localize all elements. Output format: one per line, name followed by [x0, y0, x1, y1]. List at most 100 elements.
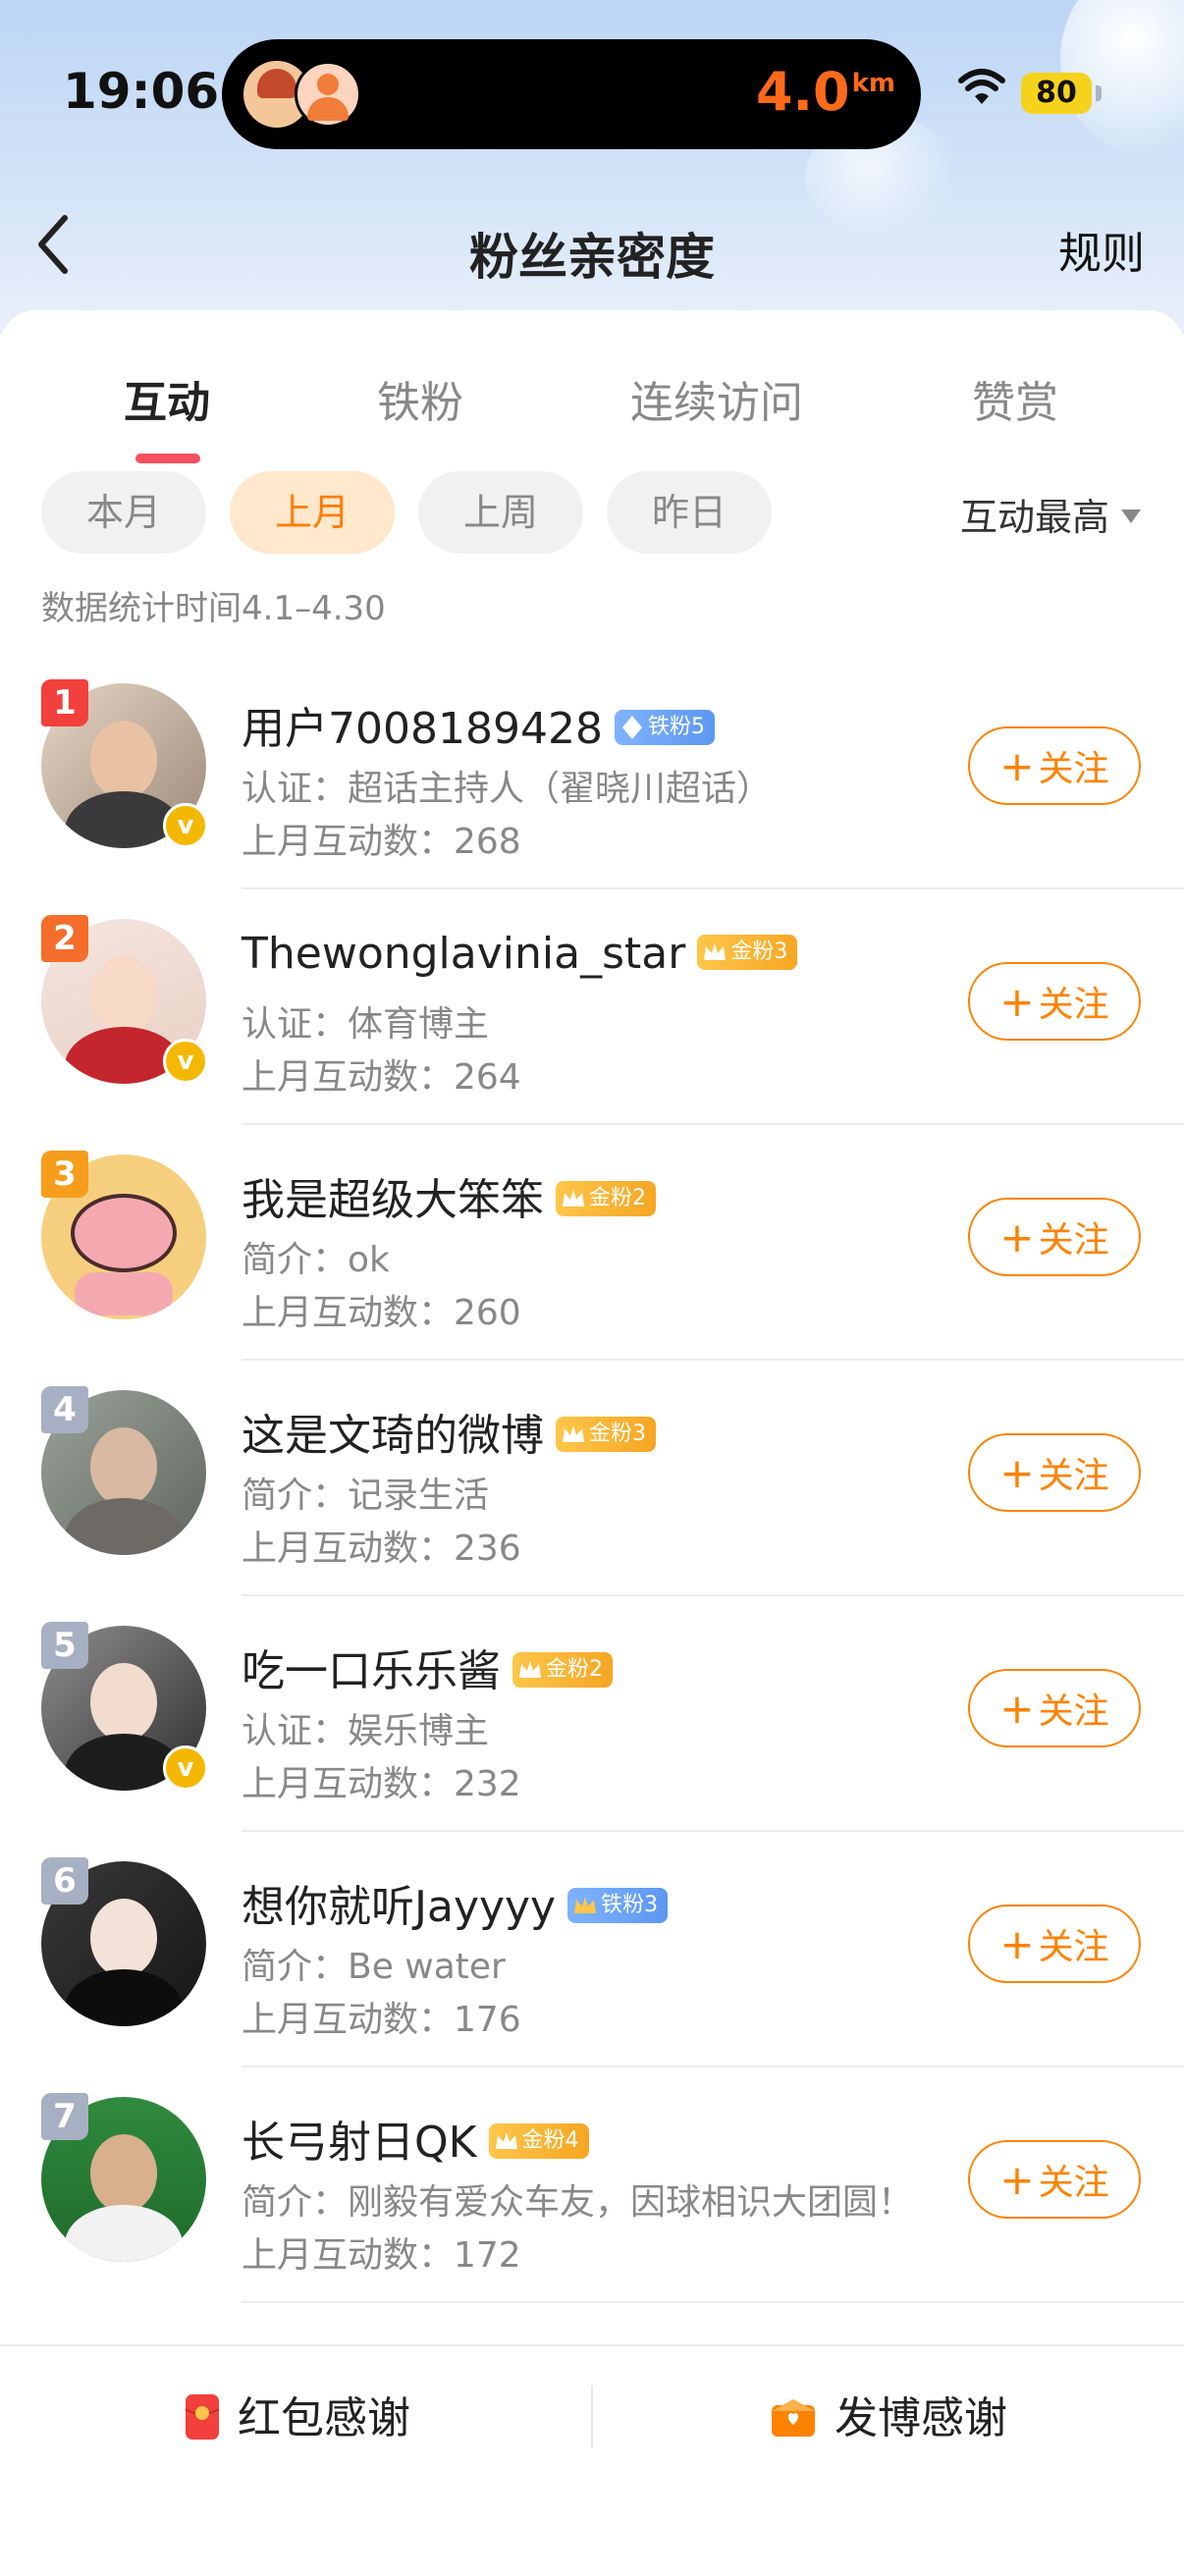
crown-icon — [704, 943, 727, 960]
list-item[interactable]: 5 v 吃一口乐乐酱 金粉2 认证：娱乐博主 上月互动数：232 + 关注 — [0, 1596, 1184, 1832]
fan-name-row: 长弓射日QK 金粉4 — [242, 2107, 589, 2170]
rank-badge: 6 — [41, 1857, 88, 1905]
crown-icon — [563, 1425, 584, 1442]
follow-button[interactable]: + 关注 — [968, 1198, 1141, 1276]
follow-label: 关注 — [1038, 1456, 1109, 1496]
fan-name-row: 吃一口乐乐酱 金粉2 — [242, 1636, 613, 1698]
fan-name[interactable]: 吃一口乐乐酱 — [242, 1646, 501, 1696]
caret-down-icon — [1121, 509, 1141, 523]
live-activity-avatar — [295, 61, 361, 128]
battery-indicator: 80 — [1021, 73, 1102, 114]
follow-button[interactable]: + 关注 — [968, 962, 1141, 1041]
divider — [591, 2386, 593, 2448]
fan-name-row: 想你就听Jayyyy 铁粉3 — [242, 1871, 669, 1934]
list-item[interactable]: 3 我是超级大笨笨 金粉2 简介：ok 上月互动数：260 + 关注 — [0, 1125, 1184, 1361]
fan-description: 简介：记录生活 — [242, 1476, 490, 1516]
fan-name[interactable]: 想你就听Jayyyy — [242, 1882, 556, 1932]
filter-last-month[interactable]: 上月 — [230, 471, 395, 554]
follow-button[interactable]: + 关注 — [968, 1905, 1141, 1983]
follow-label: 关注 — [1038, 749, 1109, 789]
verified-icon: v — [163, 803, 208, 848]
crown-icon — [519, 1661, 541, 1678]
badge-label: 金粉3 — [730, 939, 788, 964]
badge-label: 铁粉3 — [601, 1893, 659, 1917]
tab-interaction[interactable]: 互动 — [124, 367, 210, 430]
fan-name[interactable]: 长弓射日QK — [242, 2118, 477, 2168]
divider — [242, 2301, 1184, 2303]
filter-last-week[interactable]: 上周 — [418, 471, 583, 554]
follow-label: 关注 — [1038, 1220, 1109, 1261]
page-title: 粉丝亲密度 — [469, 229, 715, 286]
fan-level-badge: 铁粉5 — [614, 710, 715, 745]
badge-label: 金粉2 — [546, 1657, 603, 1682]
filter-yesterday[interactable]: 昨日 — [607, 471, 772, 554]
fan-name-row: 我是超级大笨笨 金粉2 — [242, 1164, 656, 1227]
follow-label: 关注 — [1038, 985, 1109, 1025]
interaction-count: 上月互动数：264 — [242, 1057, 521, 1098]
fan-name[interactable]: 我是超级大笨笨 — [242, 1175, 544, 1225]
tab-consecutive-visits[interactable]: 连续访问 — [630, 367, 803, 430]
follow-button[interactable]: + 关注 — [968, 1433, 1141, 1512]
fan-description: 认证：娱乐博主 — [242, 1711, 490, 1751]
list-item[interactable]: 1 v 用户7008189428 铁粉5 认证：超话主持人（翟晓川超话） 上月互动… — [0, 654, 1184, 889]
list-item[interactable]: 6 想你就听Jayyyy 铁粉3 简介：Be water 上月互动数：176 + 关… — [0, 1832, 1184, 2067]
interaction-count: 上月互动数：176 — [242, 2000, 521, 2040]
rank-badge: 2 — [41, 915, 88, 962]
tab-appreciation[interactable]: 赞赏 — [972, 367, 1058, 430]
fan-level-badge: 金粉2 — [512, 1652, 613, 1688]
follow-label: 关注 — [1038, 2163, 1109, 2203]
interaction-count: 上月互动数：268 — [242, 822, 521, 862]
follow-label: 关注 — [1038, 1691, 1109, 1732]
red-packet-thanks-label: 红包感谢 — [238, 2393, 410, 2443]
distance-value: 4.0 — [755, 61, 850, 123]
fan-name-row: 用户7008189428 铁粉5 — [242, 693, 715, 756]
list-item[interactable]: 2 v Thewonglavinia_star 金粉3 认证：体育博主 上月互动数… — [0, 889, 1184, 1125]
fan-level-badge: 金粉3 — [556, 1417, 656, 1452]
fan-description: 认证：体育博主 — [242, 1004, 490, 1045]
crown-icon — [495, 2132, 517, 2149]
badge-label: 金粉3 — [589, 1422, 646, 1446]
interaction-count: 上月互动数：260 — [242, 1293, 521, 1333]
fan-name-row: 这是文琦的微博 金粉3 — [242, 1400, 656, 1463]
crown-icon — [563, 1190, 584, 1207]
follow-button[interactable]: + 关注 — [968, 1669, 1141, 1747]
red-packet-icon — [185, 2394, 220, 2440]
fan-description: 认证：超话主持人（翟晓川超话） — [242, 769, 773, 809]
list-item[interactable]: 7 长弓射日QK 金粉4 简介：刚毅有爱众车友，因球相识大团圆！ 上月互动数：17… — [0, 2067, 1184, 2303]
fan-description: 简介：ok — [242, 1240, 390, 1280]
fan-name[interactable]: Thewonglavinia_star — [242, 929, 685, 979]
distance-readout: 4.0km — [756, 61, 895, 123]
list-item[interactable]: 4 这是文琦的微博 金粉3 简介：记录生活 上月互动数：236 + 关注 — [0, 1361, 1184, 1596]
follow-button[interactable]: + 关注 — [968, 726, 1141, 805]
tab-iron-fans[interactable]: 铁粉 — [377, 367, 463, 430]
rank-badge: 7 — [41, 2093, 88, 2140]
badge-label: 金粉4 — [521, 2128, 579, 2153]
stat-period: 数据统计时间4.1–4.30 — [41, 589, 386, 628]
filter-this-month[interactable]: 本月 — [41, 471, 206, 554]
fan-description: 简介：Be water — [242, 1947, 506, 1987]
interaction-count: 上月互动数：232 — [242, 1764, 521, 1804]
crown-icon — [574, 1897, 597, 1913]
sort-dropdown[interactable]: 互动最高 — [960, 487, 1141, 541]
verified-icon: v — [163, 1745, 208, 1791]
fan-level-badge: 金粉3 — [697, 935, 798, 970]
fan-level-badge: 金粉4 — [488, 2123, 589, 2159]
badge-label: 金粉2 — [589, 1186, 646, 1210]
post-thanks-button[interactable]: 发博感谢 — [770, 2380, 1007, 2458]
follow-button[interactable]: + 关注 — [968, 2140, 1141, 2219]
post-thanks-label: 发博感谢 — [834, 2393, 1007, 2443]
rank-badge: 4 — [41, 1386, 88, 1433]
fan-name[interactable]: 这是文琦的微博 — [242, 1411, 544, 1461]
envelope-heart-icon — [772, 2399, 815, 2437]
dynamic-island[interactable]: 4.0km — [222, 39, 921, 149]
red-packet-thanks-button[interactable]: 红包感谢 — [185, 2380, 410, 2458]
badge-label: 铁粉5 — [647, 715, 705, 739]
rank-badge: 3 — [41, 1151, 88, 1198]
rank-badge: 1 — [41, 679, 88, 726]
fan-name[interactable]: 用户7008189428 — [242, 704, 603, 754]
rules-link[interactable]: 规则 — [1058, 218, 1145, 281]
content-card: 互动 铁粉 连续访问 赞赏 本月 上月 上周 昨日 互动最高 数据统计时间4.1… — [0, 310, 1184, 2574]
interaction-count: 上月互动数：172 — [242, 2235, 521, 2276]
wifi-icon — [958, 69, 1005, 104]
tab-bar: 互动 铁粉 连续访问 赞赏 — [0, 340, 1184, 463]
